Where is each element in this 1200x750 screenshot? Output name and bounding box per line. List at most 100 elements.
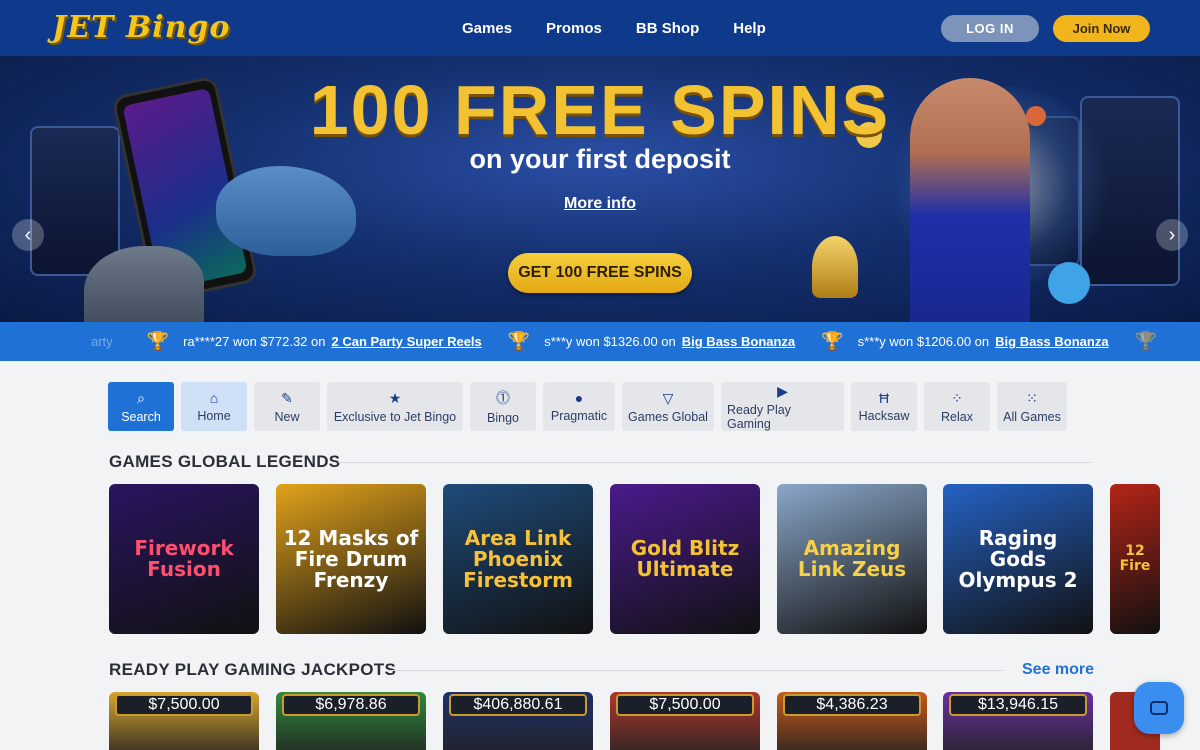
- tab-bingo[interactable]: ⓵ Bingo: [470, 382, 536, 431]
- game-tile[interactable]: Amazing Link Zeus: [777, 484, 927, 634]
- tab-new[interactable]: ✎ New: [254, 382, 320, 431]
- ticker-win-text: ra****27 won $772.32 on: [183, 334, 326, 349]
- jackpot-tile[interactable]: $6,978.86: [276, 692, 426, 750]
- tab-label: New: [274, 409, 300, 424]
- ticker-game-link[interactable]: Big Bass Bonanza: [995, 334, 1108, 349]
- main-nav: Games Promos BB Shop Help: [462, 0, 766, 56]
- page: JET Bingo Games Promos BB Shop Help LOG …: [0, 0, 1200, 750]
- tab-label: Ready Play Gaming: [727, 402, 791, 431]
- ticker-item: 🏆 ra****27 won $772.32 on 2 Can Party Su…: [147, 331, 482, 352]
- ticker-item: 🏆 s***y won $1206.00 on Big Bass Bonanza: [821, 331, 1108, 352]
- tab-games-global[interactable]: ▽ Games Global: [622, 382, 714, 431]
- tag-icon: ✎: [281, 389, 293, 406]
- jackpot-amount: $6,978.86: [282, 694, 420, 716]
- hacksaw-icon: Ħ: [878, 390, 890, 406]
- game-tile[interactable]: Gold Blitz Ultimate: [610, 484, 760, 634]
- bingo-ball-illustration: [1048, 262, 1090, 304]
- all-games-icon: ⁙: [1026, 389, 1038, 406]
- search-icon: ⌕: [137, 389, 145, 406]
- chat-bubble-icon: [1150, 701, 1168, 715]
- section-divider: [388, 670, 1004, 671]
- ticker-game-link[interactable]: Big Bass Bonanza: [682, 334, 795, 349]
- winners-ticker: arty 🏆 ra****27 won $772.32 on 2 Can Par…: [0, 322, 1200, 361]
- jackpot-tile[interactable]: $7,500.00: [109, 692, 259, 750]
- get-free-spins-button[interactable]: GET 100 FREE SPINS: [508, 253, 692, 293]
- jackpot-amount: $406,880.61: [449, 694, 587, 716]
- tab-label: Exclusive to Jet Bingo: [333, 409, 457, 424]
- jackpot-tile[interactable]: $13,946.15: [943, 692, 1093, 750]
- trophy-illustration: [812, 236, 858, 298]
- trophy-icon: 🏆: [507, 331, 531, 351]
- ticker-game-link[interactable]: 2 Can Party Super Reels: [331, 334, 481, 349]
- game-title: 12 Fire: [1119, 543, 1151, 574]
- jackpot-tile[interactable]: $7,500.00: [610, 692, 760, 750]
- more-info-link[interactable]: More info: [0, 195, 1200, 213]
- tab-hacksaw[interactable]: Ħ Hacksaw: [851, 382, 917, 431]
- tab-label: Hacksaw: [858, 409, 910, 423]
- tab-label: Pragmatic: [550, 409, 608, 423]
- game-title: 12 Masks of Fire Drum Frenzy: [283, 525, 419, 592]
- see-more-link[interactable]: See more: [1022, 661, 1094, 679]
- pragmatic-icon: ●: [574, 390, 584, 406]
- game-title: Firework Fusion: [134, 536, 234, 581]
- section-title: GAMES GLOBAL LEGENDS: [109, 452, 341, 471]
- tab-label: Games Global: [628, 409, 708, 424]
- ready-play-icon: ▶: [777, 382, 788, 399]
- tab-pragmatic[interactable]: ● Pragmatic: [543, 382, 615, 431]
- tab-exclusive[interactable]: ★ Exclusive to Jet Bingo: [327, 382, 463, 431]
- tab-home[interactable]: ⌂ Home: [181, 382, 247, 431]
- ticker-item: 🏆: [1135, 331, 1171, 352]
- chevron-right-icon[interactable]: ›: [1156, 219, 1188, 251]
- tab-relax[interactable]: ⁘ Relax: [924, 382, 990, 431]
- tab-all-games[interactable]: ⁙ All Games: [997, 382, 1067, 431]
- tab-label: Search: [121, 409, 161, 424]
- section-divider: [338, 462, 1092, 463]
- game-tile[interactable]: 12 Fire: [1110, 484, 1160, 634]
- jackpot-amount: $4,386.23: [783, 694, 921, 716]
- jackpot-amount: $13,946.15: [949, 694, 1087, 716]
- trophy-icon: 🏆: [1134, 331, 1157, 351]
- tab-search[interactable]: ⌕ Search: [108, 382, 174, 431]
- home-icon: ⌂: [209, 390, 219, 406]
- game-title: Raging Gods Olympus 2: [958, 525, 1078, 592]
- hero-subtitle: on your first deposit: [469, 144, 731, 174]
- trophy-icon: 🏆: [146, 331, 170, 351]
- tab-label: Bingo: [487, 411, 519, 425]
- ticker-faded-text: arty: [91, 334, 113, 349]
- jackpot-amount: $7,500.00: [616, 694, 754, 716]
- hero-title: 100 FREE SPINS: [309, 71, 891, 149]
- game-tile[interactable]: Area Link Phoenix Firestorm: [443, 484, 593, 634]
- rhino-illustration: [84, 246, 204, 322]
- ticker-item: 🏆 s***y won $1326.00 on Big Bass Bonanza: [508, 331, 795, 352]
- tab-ready-play-gaming[interactable]: ▶ Ready Play Gaming: [721, 382, 844, 431]
- jackpot-tile[interactable]: $406,880.61: [443, 692, 593, 750]
- category-tabs: ⌕ Search ⌂ Home ✎ New ★ Exclusive to Jet…: [108, 382, 1067, 431]
- nav-bb-shop[interactable]: BB Shop: [636, 20, 699, 37]
- games-global-icon: ▽: [662, 389, 674, 406]
- nav-games[interactable]: Games: [462, 20, 512, 37]
- jackpot-amount: $7,500.00: [115, 694, 253, 716]
- section-title: READY PLAY GAMING JACKPOTS: [109, 660, 397, 679]
- nav-promos[interactable]: Promos: [546, 20, 602, 37]
- tab-label: Relax: [941, 409, 973, 424]
- chevron-left-icon[interactable]: ‹: [12, 219, 44, 251]
- promo-banner: 100 FREE SPINS on your first deposit Mor…: [0, 56, 1200, 322]
- ticker-win-text: s***y won $1206.00 on: [857, 334, 990, 349]
- login-button[interactable]: LOG IN: [941, 15, 1039, 42]
- game-tile[interactable]: Firework Fusion: [109, 484, 259, 634]
- tab-label: Home: [197, 409, 231, 423]
- jackpot-tile[interactable]: $4,386.23: [777, 692, 927, 750]
- trophy-icon: 🏆: [821, 331, 844, 351]
- tab-label: All Games: [1003, 409, 1061, 424]
- relax-icon: ⁘: [951, 389, 963, 406]
- game-tile[interactable]: 12 Masks of Fire Drum Frenzy: [276, 484, 426, 634]
- game-title: Amazing Link Zeus: [797, 536, 907, 581]
- jet-bingo-logo[interactable]: JET Bingo: [52, 10, 230, 45]
- chat-support-button[interactable]: [1134, 682, 1184, 734]
- star-icon: ★: [388, 389, 402, 406]
- join-now-button[interactable]: Join Now: [1053, 15, 1150, 42]
- game-title: Area Link Phoenix Firestorm: [463, 525, 573, 592]
- bingo-ball-icon: ⓵: [496, 390, 510, 406]
- nav-help[interactable]: Help: [733, 20, 766, 37]
- game-tile[interactable]: Raging Gods Olympus 2: [943, 484, 1093, 634]
